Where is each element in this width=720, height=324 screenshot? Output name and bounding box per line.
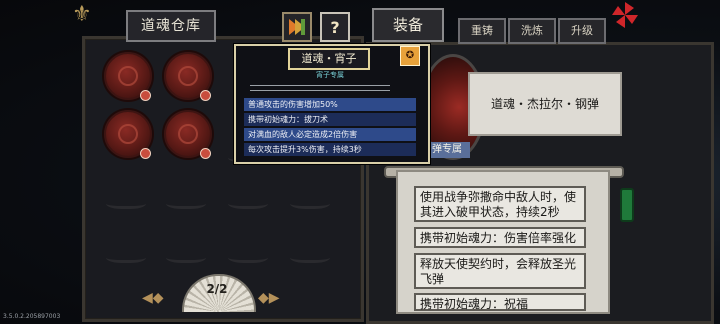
empty-slot[interactable] — [228, 250, 268, 263]
soul-storage-title: 道魂仓库 — [126, 10, 216, 42]
tooltip-line: 每次攻击提升3%伤害，持续3秒 — [244, 143, 416, 156]
tab-upgrade[interactable]: 升级 — [558, 18, 606, 44]
empty-slot[interactable] — [290, 196, 330, 209]
equipped-item-name: 道魂・杰拉尔・钢弹 — [468, 72, 622, 136]
new-badge-icon — [140, 90, 151, 101]
version-label: 3.5.0.2.205897003 — [3, 313, 61, 320]
prev-page-arrow-icon[interactable]: ◀◆ — [142, 290, 164, 306]
sort-button[interactable] — [282, 12, 312, 42]
effect-item: 携带初始魂力：伤害倍率强化 — [414, 227, 586, 248]
empty-slot[interactable] — [166, 250, 206, 263]
corner-ornament-icon: ⚜ — [72, 2, 92, 27]
jade-charm-icon — [620, 188, 634, 222]
pinwheel-icon — [612, 2, 638, 28]
tooltip-line: 携带初始魂力：拔刀术 — [244, 113, 416, 126]
tab-refine[interactable]: 洗炼 — [508, 18, 556, 44]
new-badge-icon — [200, 148, 211, 159]
empty-slot[interactable] — [106, 196, 146, 209]
empty-slot[interactable] — [166, 196, 206, 209]
effect-item: 释放天使契约时，会释放圣光飞弹 — [414, 253, 586, 289]
empty-slot[interactable] — [228, 196, 268, 209]
tab-equip[interactable]: 装备 — [372, 8, 444, 42]
tab-reforge[interactable]: 重铸 — [458, 18, 506, 44]
new-badge-icon — [140, 148, 151, 159]
tooltip-line: 对满血的敌人必定造成2倍伤害 — [244, 128, 416, 141]
page-indicator: 2/2 — [206, 282, 228, 296]
gear-badge-icon: ✪ — [400, 46, 420, 66]
empty-slot[interactable] — [106, 250, 146, 263]
effect-item: 使用战争弥撒命中敌人时，使其进入破甲状态，持续2秒 — [414, 186, 586, 222]
next-page-arrow-icon[interactable]: ◆▶ — [258, 290, 280, 306]
tooltip-subtitle: 宵子专属 — [316, 71, 344, 79]
help-button[interactable]: ? — [320, 12, 350, 42]
new-badge-icon — [200, 90, 211, 101]
tooltip-divider — [250, 85, 390, 91]
exclusive-tag: 弹专属 — [424, 142, 470, 158]
sort-icon — [289, 19, 305, 35]
empty-slot[interactable] — [290, 250, 330, 263]
tooltip-title: 道魂・宵子 — [288, 48, 370, 70]
effect-item: 携带初始魂力：祝福 — [414, 293, 586, 311]
tooltip-line: 普通攻击的伤害增加50% — [244, 98, 416, 111]
